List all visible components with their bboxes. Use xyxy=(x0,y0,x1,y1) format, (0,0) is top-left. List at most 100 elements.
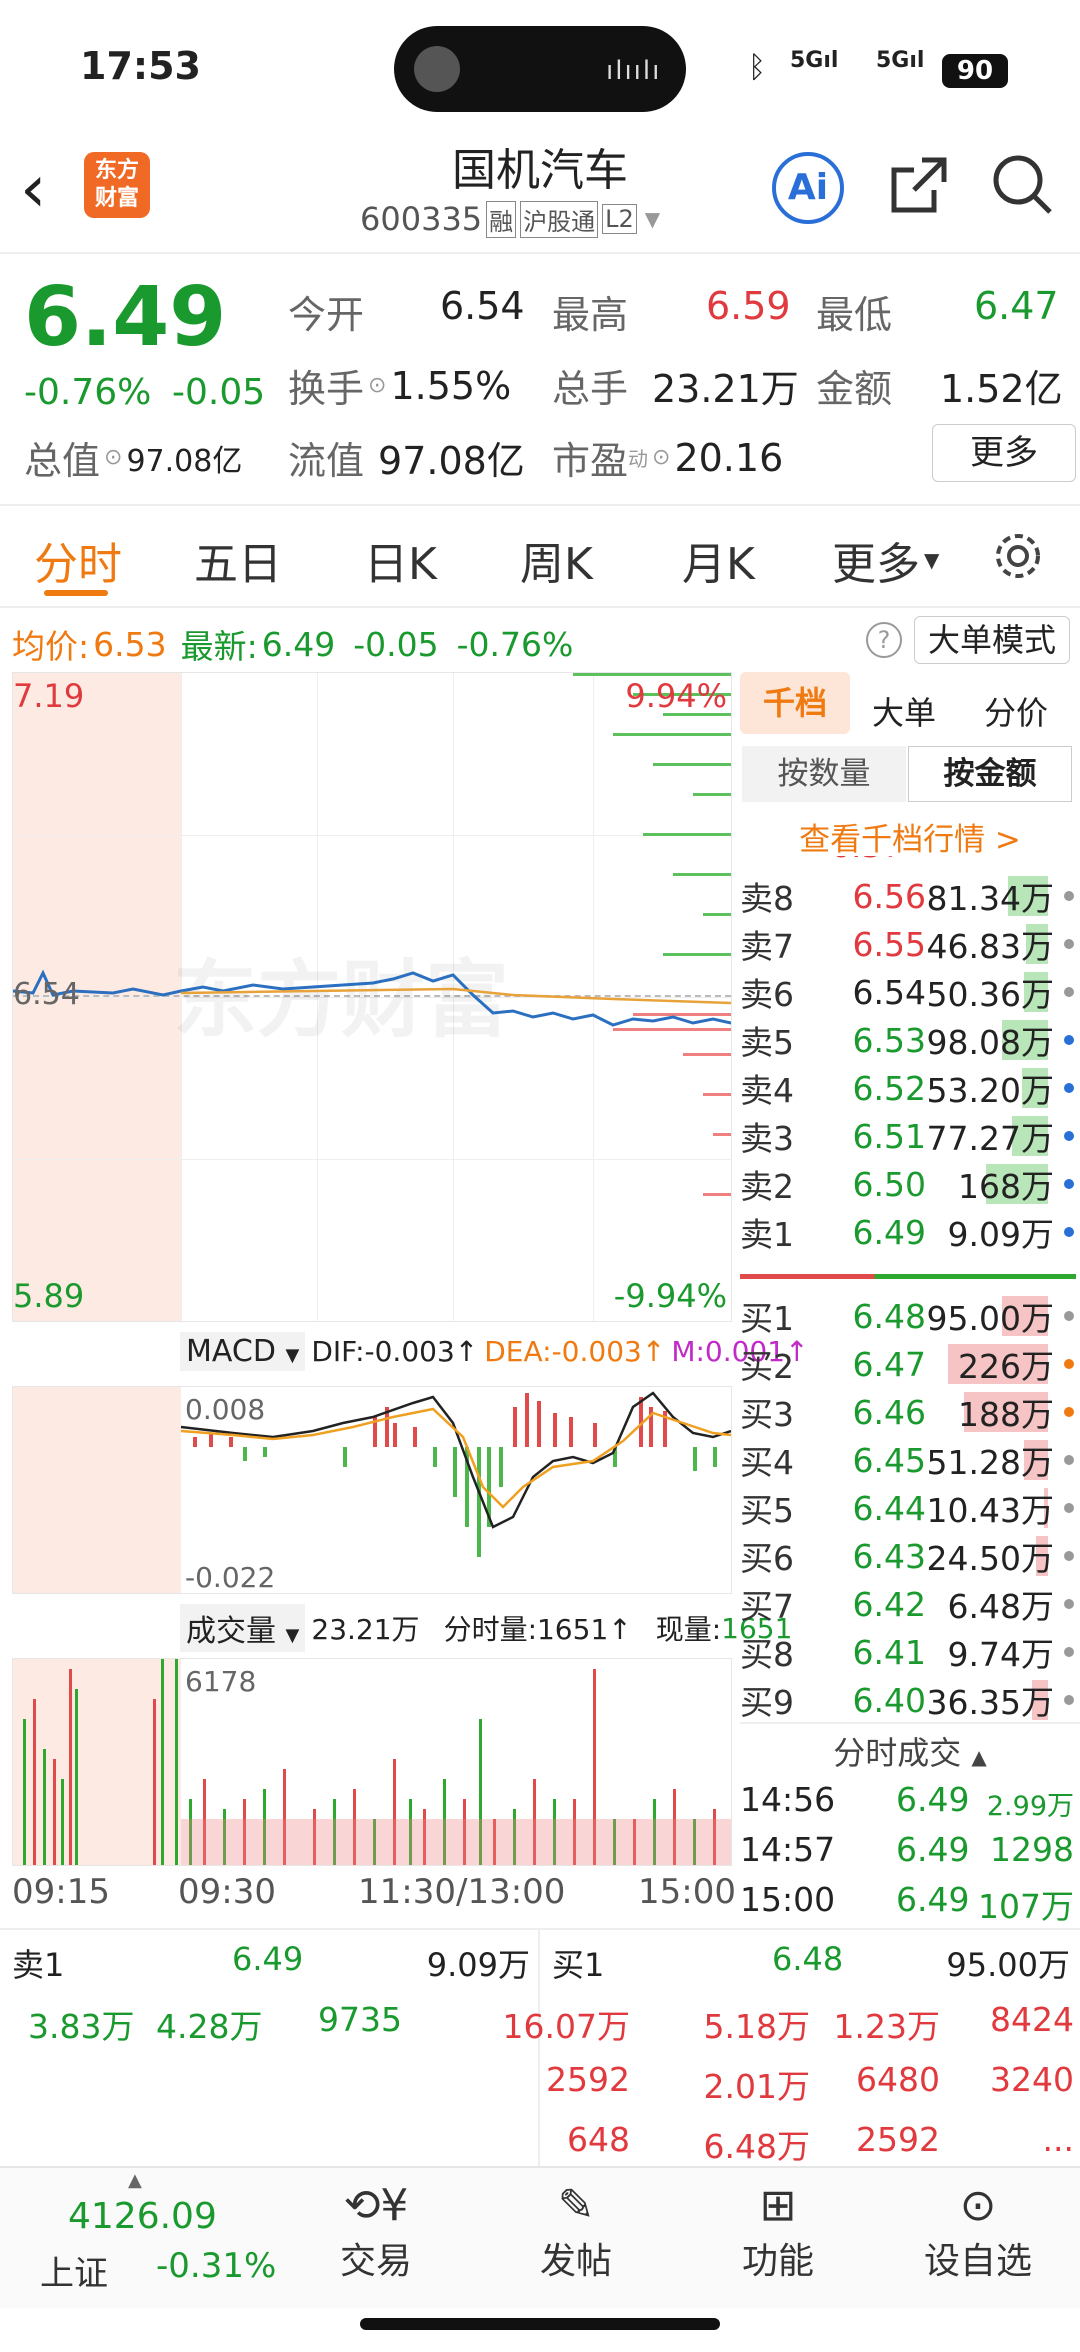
bid-price: 6.42 xyxy=(852,1584,926,1624)
macd-select[interactable]: MACD ▼ xyxy=(180,1332,306,1371)
signal-icon-2: 5Gıl xyxy=(876,48,925,73)
tick-row: 14:56 6.49 2.99万 xyxy=(740,1780,1076,1828)
index-name[interactable]: 上证 xyxy=(40,2246,108,2295)
tick-time: 14:56 xyxy=(740,1780,836,1819)
ask-row[interactable]: 卖6 6.54 50.36万 xyxy=(740,968,1080,1016)
queue-buy-item: 5.18万 xyxy=(703,2007,810,2046)
bid-row[interactable]: 买1 6.48 95.00万 xyxy=(740,1292,1080,1340)
queue-buy-item: 1.23万 xyxy=(833,2007,940,2046)
tick-time: 15:00 xyxy=(740,1880,836,1919)
queue-sell-item: 3.83万 xyxy=(28,2007,135,2046)
tab-daily[interactable]: 日K xyxy=(364,528,437,592)
amount-label: 金额 xyxy=(816,367,893,411)
stock-code-row[interactable]: 600335 融 沪股通 L2 ▼ xyxy=(360,200,660,238)
ask-volume: 168万 xyxy=(958,1167,1054,1206)
ask-row[interactable]: 卖5 6.53 98.08万 xyxy=(740,1016,1080,1064)
price-chart[interactable]: 东方财富 7.19 6.54 5.89 9.94% -9.94% xyxy=(12,672,732,1322)
tab-intraday[interactable]: 分时 xyxy=(34,528,122,592)
ymin-label: 5.89 xyxy=(13,1277,85,1315)
bid-volume: 188万 xyxy=(958,1395,1054,1434)
more-button[interactable]: 更多 xyxy=(932,424,1076,482)
index-change[interactable]: -0.31% xyxy=(156,2246,276,2286)
queue-sell-item: 4.28万 xyxy=(156,2007,263,2046)
ask-row[interactable]: 卖1 6.49 9.09万 xyxy=(740,1208,1080,1256)
ask-row[interactable]: 卖3 6.51 77.27万 xyxy=(740,1112,1080,1160)
divider xyxy=(0,252,1080,254)
queue-buy-price: 6.48 xyxy=(772,1940,844,1978)
share-icon[interactable] xyxy=(884,150,954,220)
ask-price: 6.52 xyxy=(852,1068,926,1108)
bid-row[interactable]: 买5 6.44 10.43万 xyxy=(740,1484,1080,1532)
by-amount-button[interactable]: 按金额 xyxy=(908,746,1072,802)
queue-sell-item: 9735 xyxy=(318,2000,402,2039)
open-label: 今开 xyxy=(288,293,365,337)
tab-weekly[interactable]: 周K xyxy=(520,528,593,592)
tick-row: 14:57 6.49 1298 xyxy=(740,1830,1076,1878)
volume-value: 23.21万 xyxy=(652,367,799,411)
info-icon: ⊙ xyxy=(652,445,671,470)
nav-trade[interactable]: ⟲¥ 交易 xyxy=(268,2168,484,2284)
help-icon[interactable]: ? xyxy=(866,622,902,658)
bid-label: 买9 xyxy=(740,1683,794,1722)
queue-buy-item: 6480 xyxy=(856,2060,940,2099)
by-quantity-button[interactable]: 按数量 xyxy=(742,746,906,802)
tab-price-dist[interactable]: 分价 xyxy=(984,688,1048,734)
ask-dot-icon xyxy=(1064,987,1074,997)
bid-row[interactable]: 买8 6.41 9.74万 xyxy=(740,1628,1080,1676)
macd-top-label: 0.008 xyxy=(185,1393,266,1426)
macd-chart[interactable]: 0.008 -0.022 xyxy=(12,1386,732,1594)
bid-row[interactable]: 买9 6.40 36.35万 xyxy=(740,1676,1080,1724)
big-order-mode-button[interactable]: 大单模式 xyxy=(914,616,1070,664)
high-label: 最高 xyxy=(552,293,629,337)
tab-indicator xyxy=(44,590,108,596)
change-amount: -0.05 xyxy=(172,372,266,413)
bid-row[interactable]: 买2 6.47 226万 xyxy=(740,1340,1080,1388)
tick-volume: 2.99万 xyxy=(986,1791,1074,1822)
nav-functions[interactable]: ⊞ 功能 xyxy=(670,2168,886,2284)
tab-5day[interactable]: 五日 xyxy=(194,528,282,592)
ask-volume: 53.20万 xyxy=(926,1071,1054,1110)
queue-sell-label: 卖1 xyxy=(12,1946,65,1984)
bid-row[interactable]: 买3 6.46 188万 xyxy=(740,1388,1080,1436)
settings-icon[interactable] xyxy=(990,528,1046,584)
change-pct: -0.76% xyxy=(24,372,152,413)
ask-row[interactable]: 卖8 6.56 81.34万 xyxy=(740,872,1080,920)
volume-max-label: 6178 xyxy=(185,1665,257,1698)
bid-volume: 9.74万 xyxy=(947,1635,1054,1674)
tab-monthly[interactable]: 月K xyxy=(682,528,755,592)
search-icon[interactable] xyxy=(988,150,1058,220)
total-cap: 总值 ⊙ 97.08亿 xyxy=(24,439,243,483)
tab-big-orders[interactable]: 大单 xyxy=(872,688,936,734)
ask-label: 卖2 xyxy=(740,1167,794,1206)
ask-dot-icon xyxy=(1064,1227,1074,1237)
ask-dot-icon xyxy=(1064,1083,1074,1093)
open-value: 6.54 xyxy=(440,284,525,328)
ai-icon[interactable]: Ai xyxy=(772,152,844,224)
bid-label: 买2 xyxy=(740,1347,794,1386)
ask-row[interactable]: 卖7 6.55 46.83万 xyxy=(740,920,1080,968)
queue-buy-volume: 95.00万 xyxy=(946,1946,1070,1984)
bid-row[interactable]: 买6 6.43 24.50万 xyxy=(740,1532,1080,1580)
macd-header: MACD ▼ DIF:-0.003↑ DEA:-0.003↑ M:0.001↑ xyxy=(180,1332,809,1371)
ask-volume: 98.08万 xyxy=(926,1023,1054,1062)
volume-select[interactable]: 成交量 ▼ xyxy=(180,1604,306,1652)
ask-row[interactable]: 卖2 6.50 168万 xyxy=(740,1160,1080,1208)
volume-chart[interactable]: 6178 xyxy=(12,1658,732,1866)
book-divider xyxy=(740,1274,1076,1279)
last-price: 6.49 xyxy=(24,270,227,365)
index-value[interactable]: 4126.09 xyxy=(68,2196,217,2237)
queue-buy-item: 2592 xyxy=(546,2060,630,2099)
album-art-icon xyxy=(414,46,460,92)
ask-label: 卖8 xyxy=(740,879,794,918)
bid-volume: 95.00万 xyxy=(926,1299,1054,1338)
view-depth-link[interactable]: 查看千档行情 > xyxy=(740,814,1080,859)
tab-depth[interactable]: 千档 xyxy=(740,672,850,734)
tab-more[interactable]: 更多 ▼ xyxy=(832,528,939,592)
nav-watchlist[interactable]: ⊙ 设自选 xyxy=(870,2168,1080,2284)
bid-label: 买7 xyxy=(740,1587,794,1626)
tick-title[interactable]: 分时成交 ▲ xyxy=(740,1728,1080,1774)
bid-row[interactable]: 买7 6.42 6.48万 xyxy=(740,1580,1080,1628)
bid-row[interactable]: 买4 6.45 51.28万 xyxy=(740,1436,1080,1484)
nav-post[interactable]: ✎ 发帖 xyxy=(468,2168,684,2284)
ask-row[interactable]: 卖4 6.52 53.20万 xyxy=(740,1064,1080,1112)
